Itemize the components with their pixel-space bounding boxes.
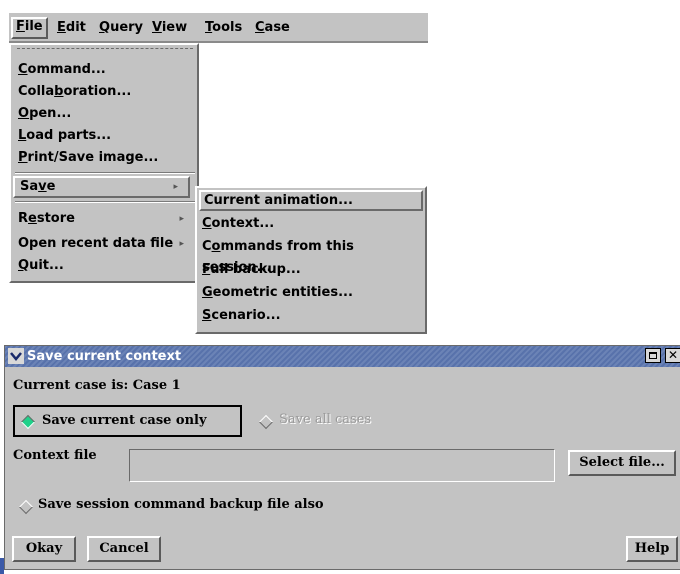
radio-selected-icon <box>20 414 36 430</box>
save-item-full-backup[interactable]: Full backup... <box>202 259 424 280</box>
menu-case-label: ase <box>264 20 290 35</box>
dialog-title: Save current context <box>27 349 182 364</box>
item-mnemonic: S <box>202 308 212 323</box>
menu-separator <box>15 172 195 174</box>
help-button[interactable]: Help <box>626 536 678 562</box>
close-icon[interactable]: ✕ <box>665 348 680 363</box>
item-mnemonic: C <box>202 216 212 231</box>
file-menu-item-save[interactable]: Save ▸ <box>13 176 190 198</box>
item-text-post: oration... <box>63 84 132 99</box>
menu-tools[interactable]: Tools <box>202 18 245 38</box>
item-text: Open recent data file <box>18 236 174 251</box>
backup-label: Save session command backup file also <box>38 497 324 512</box>
item-mnemonic: O <box>18 106 30 121</box>
save-submenu: Current animation... Context... Commands… <box>195 186 427 334</box>
radio-save-all-cases[interactable]: Save all cases <box>249 408 409 434</box>
save-item-current-animation[interactable]: Current animation... <box>199 190 423 211</box>
file-menu-item-open-recent[interactable]: Open recent data file ▸ <box>18 233 198 255</box>
menu-query[interactable]: Query <box>96 18 146 38</box>
submenu-arrow-icon: ▸ <box>179 214 184 224</box>
radio-unselected-icon <box>258 414 274 430</box>
save-context-dialog: Save current context ✕ Current case is: … <box>4 345 680 570</box>
submenu-arrow-icon: ▸ <box>173 182 178 192</box>
menu-case-mnemonic: C <box>255 20 265 35</box>
maximize-icon[interactable] <box>645 348 661 363</box>
item-text-pre: R <box>18 211 29 226</box>
tear-off-line[interactable] <box>17 48 193 49</box>
item-text-post: store <box>36 211 75 226</box>
item-mnemonic: e <box>28 211 37 226</box>
item-text-pre: Sa <box>20 179 39 194</box>
menu-file[interactable]: File <box>11 17 48 39</box>
file-menu-item-print-save-image[interactable]: Print/Save image... <box>18 147 198 169</box>
file-menu-item-load-parts[interactable]: Load parts... <box>18 125 198 147</box>
file-menu-item-quit[interactable]: Quit... <box>18 255 198 277</box>
backup-checkbox[interactable]: Save session command backup file also <box>18 496 389 518</box>
radio-current-case-label: Save current case only <box>42 413 207 428</box>
current-case-label: Current case is: Case 1 <box>13 378 181 393</box>
item-mnemonic: v <box>38 179 47 194</box>
radio-all-cases-label: Save all cases <box>279 412 372 427</box>
item-text-post: cenario... <box>211 308 281 323</box>
submenu-arrow-icon: ▸ <box>179 239 184 249</box>
context-file-input[interactable] <box>129 449 555 482</box>
background-window-edge <box>0 558 4 574</box>
okay-button[interactable]: Okay <box>12 536 76 562</box>
radio-unselected-icon <box>18 499 34 515</box>
menu-file-mnemonic: F <box>16 19 25 34</box>
menu-view-mnemonic: V <box>152 20 162 35</box>
item-text-post: eometric entities... <box>212 285 353 300</box>
menu-query-label: uery <box>110 20 144 35</box>
context-file-label: Context file <box>13 448 97 463</box>
menu-edit[interactable]: Edit <box>54 18 89 38</box>
radio-current-case-only[interactable]: Save current case only <box>13 405 242 437</box>
item-text-post: ull backup... <box>210 262 301 277</box>
save-item-context[interactable]: Context... <box>202 213 424 234</box>
item-text-post: uit... <box>29 258 64 273</box>
menu-separator <box>15 201 195 203</box>
menu-view[interactable]: View <box>149 18 190 38</box>
select-file-button[interactable]: Select file... <box>568 450 676 476</box>
item-text-post: rint/Save image... <box>27 150 159 165</box>
file-menu: Command... Collaboration... Open... Load… <box>9 43 199 283</box>
save-item-commands-session[interactable]: Commands from this session... <box>202 236 424 275</box>
menubar: File Edit Query View Tools Case <box>9 13 428 43</box>
item-text: Current animation... <box>204 193 353 208</box>
item-text-pre: C <box>202 239 212 254</box>
file-menu-item-command[interactable]: Command... <box>18 59 198 81</box>
item-text-pre: Colla <box>18 84 55 99</box>
item-text-post: pen... <box>29 106 72 121</box>
file-menu-item-collaboration[interactable]: Collaboration... <box>18 81 198 103</box>
item-mnemonic: P <box>18 150 28 165</box>
item-text-post: e <box>46 179 56 194</box>
file-menu-item-restore[interactable]: Restore ▸ <box>18 208 198 230</box>
cancel-button[interactable]: Cancel <box>87 536 161 562</box>
item-text-post: ommand... <box>27 62 106 77</box>
item-mnemonic: G <box>202 285 213 300</box>
menu-case[interactable]: Case <box>252 18 293 38</box>
dialog-titlebar[interactable]: Save current context ✕ <box>5 346 680 367</box>
item-text-post: ontext... <box>211 216 275 231</box>
item-mnemonic: C <box>18 62 28 77</box>
menu-view-label: iew <box>161 20 188 35</box>
menu-edit-mnemonic: E <box>57 20 66 35</box>
item-text-post: oad parts... <box>26 128 112 143</box>
menu-edit-label: dit <box>65 20 86 35</box>
menu-file-label: ile <box>24 19 43 34</box>
item-mnemonic: Q <box>18 258 30 273</box>
item-mnemonic: F <box>202 262 211 277</box>
file-menu-item-open[interactable]: Open... <box>18 103 198 125</box>
menu-tools-label: ools <box>212 20 243 35</box>
save-item-scenario[interactable]: Scenario... <box>202 305 424 326</box>
save-item-geometric-entities[interactable]: Geometric entities... <box>202 282 424 303</box>
window-menu-icon[interactable] <box>8 348 24 364</box>
menu-query-mnemonic: Q <box>99 20 111 35</box>
